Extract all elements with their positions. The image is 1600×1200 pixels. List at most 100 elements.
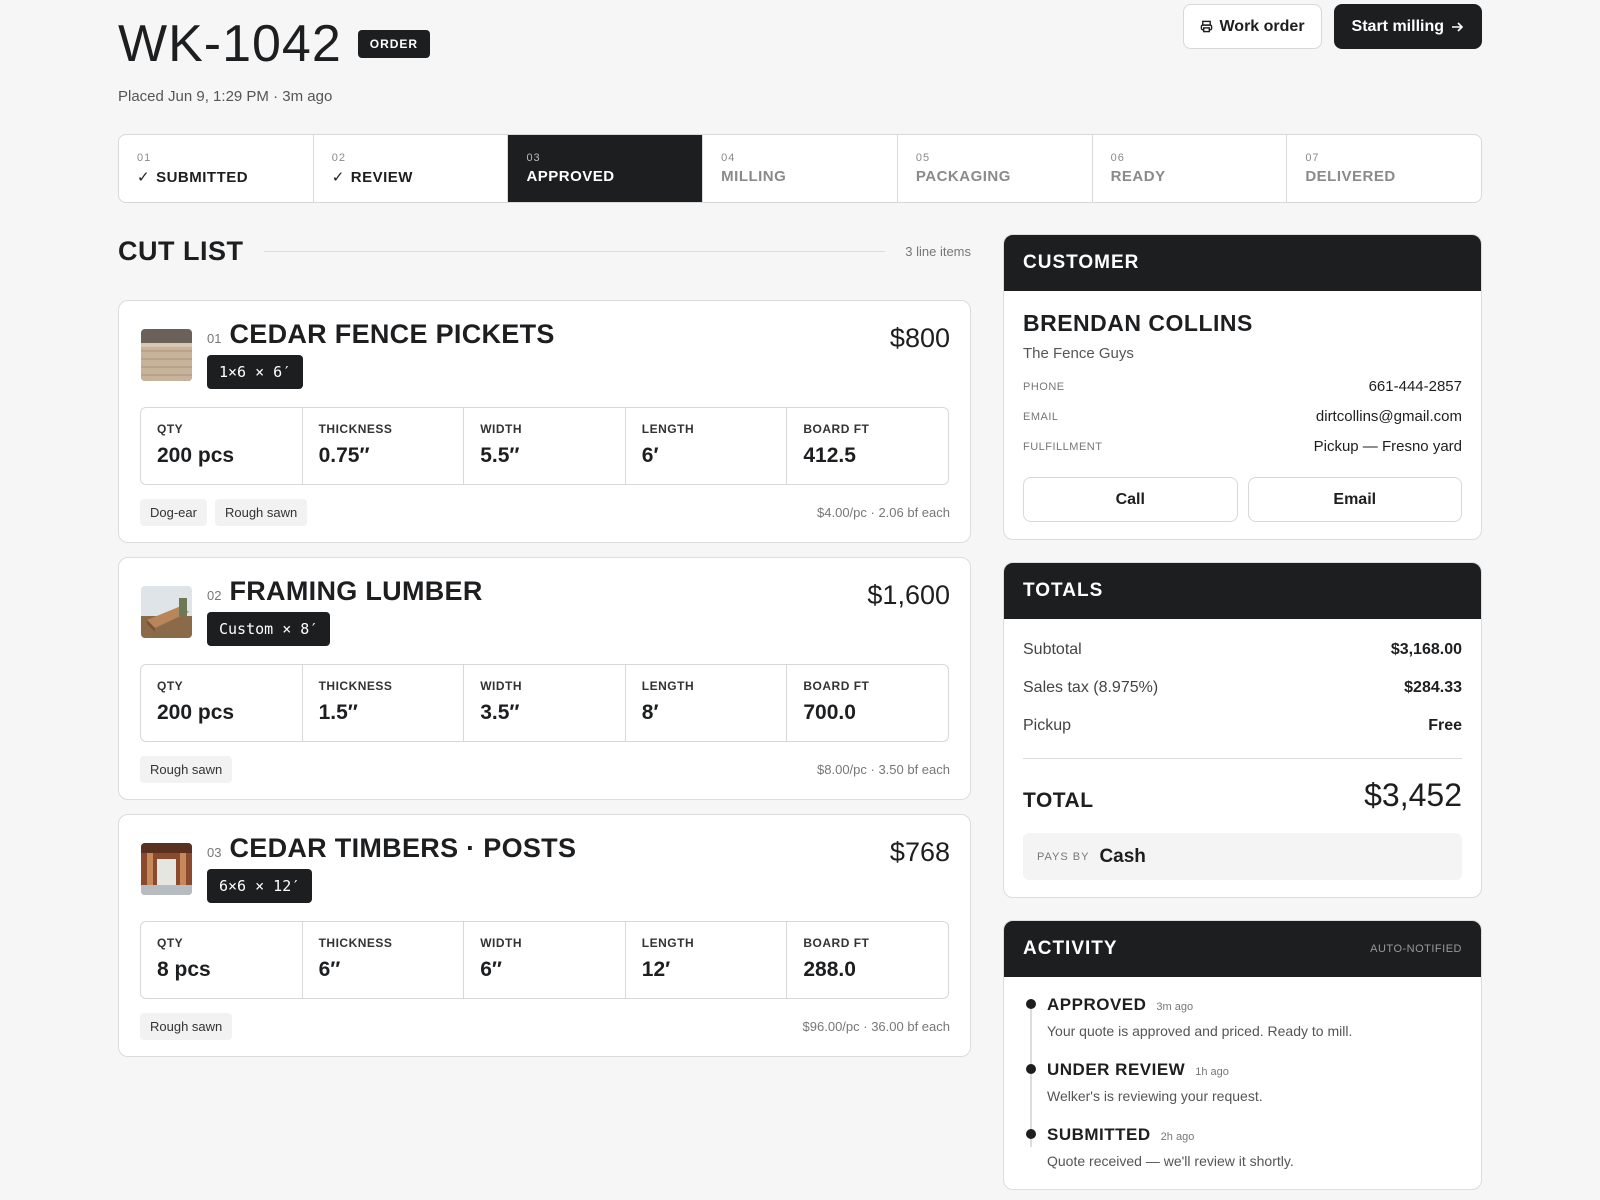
- order-id: WK-1042: [118, 15, 342, 73]
- spec-qty: QTY 200 pcs: [141, 665, 303, 741]
- call-button[interactable]: Call: [1023, 477, 1238, 522]
- dimension-badge: 6×6 × 12′: [207, 869, 313, 903]
- step-number: 01: [137, 152, 152, 164]
- step-label: DELIVERED: [1305, 168, 1396, 185]
- order-header: WK-1042 ORDER Placed Jun 9, 1:29 PM · 3m…: [118, 14, 431, 105]
- step-number: 05: [915, 152, 931, 164]
- spec-value: 1.5″: [318, 701, 358, 724]
- step-number: 02: [331, 152, 346, 164]
- event-description: Quote received — we'll review it shortly…: [1047, 1153, 1294, 1169]
- step-label: REVIEW: [350, 168, 413, 186]
- spec-board-ft: BOARD FT 700.0: [787, 665, 948, 741]
- activity-event: UNDER REVIEW 1h ago Welker's is reviewing…: [1023, 1060, 1462, 1104]
- step-review[interactable]: 02 ✓ REVIEW: [314, 135, 509, 202]
- item-title: 01 CEDAR FENCE PICKETS: [207, 319, 555, 350]
- spec-value: 6′: [641, 444, 659, 467]
- spec-label: THICKNESS: [318, 936, 393, 950]
- event-time: 1h ago: [1195, 1066, 1229, 1078]
- subtotal-label: Subtotal: [1023, 641, 1082, 658]
- arrow-right-icon: [1452, 21, 1464, 32]
- line-item[interactable]: 03 CEDAR TIMBERS · POSTS 6×6 × 12′ $768 …: [118, 814, 971, 1057]
- spec-grid: QTY 200 pcs THICKNESS 1.5″ WIDTH 3.5″ LENGT…: [140, 664, 949, 742]
- timeline-dot: [1026, 1129, 1036, 1139]
- cut-list-title: CUT LIST: [118, 236, 244, 266]
- spec-value: 700.0: [803, 701, 856, 724]
- fulfillment-label: FULFILLMENT: [1023, 440, 1103, 453]
- tax-label: Sales tax (8.975%): [1023, 679, 1159, 696]
- item-number: 02: [207, 588, 222, 603]
- work-order-button[interactable]: Work order: [1183, 4, 1322, 49]
- pickup-label: Pickup: [1023, 717, 1072, 734]
- activity-card: ACTIVITY AUTO-NOTIFIED APPROVED 3m ago Yo…: [1003, 920, 1482, 1190]
- line-item[interactable]: 02 FRAMING LUMBER Custom × 8′ $1,600 QTY…: [118, 557, 971, 800]
- step-number: 06: [1110, 152, 1125, 164]
- customer-name: BRENDAN COLLINS: [1023, 310, 1253, 336]
- item-price: $800: [889, 323, 950, 353]
- spec-label: LENGTH: [641, 422, 695, 436]
- spec-label: LENGTH: [641, 679, 695, 693]
- item-number: 01: [207, 331, 222, 346]
- totals-card: TOTALS Subtotal $3,168.00 Sales tax (8.9…: [1003, 562, 1482, 898]
- spec-label: QTY: [157, 936, 184, 950]
- spec-value: 288.0: [803, 958, 856, 981]
- spec-label: THICKNESS: [318, 679, 393, 693]
- spec-value: 8 pcs: [157, 958, 211, 981]
- activity-event: APPROVED 3m ago Your quote is approved an…: [1023, 995, 1462, 1039]
- event-time: 2h ago: [1160, 1131, 1195, 1143]
- total-label: TOTAL: [1023, 789, 1094, 812]
- email-value[interactable]: dirtcollins@gmail.com: [1316, 408, 1462, 425]
- step-label: SUBMITTED: [156, 168, 249, 186]
- item-tags: Rough sawn: [140, 1013, 233, 1040]
- divider: [263, 251, 886, 252]
- spec-length: LENGTH 6′: [626, 408, 788, 484]
- step-label: MILLING: [721, 168, 787, 185]
- unit-price: $96.00/pc · 36.00 bf each: [802, 1019, 950, 1034]
- line-item[interactable]: 01 CEDAR FENCE PICKETS 1×6 × 6′ $800 QTY…: [118, 300, 971, 543]
- event-time: 3m ago: [1156, 1001, 1194, 1013]
- item-name: CEDAR FENCE PICKETS: [229, 319, 555, 349]
- start-milling-button[interactable]: Start milling: [1333, 4, 1482, 49]
- spec-value: 12′: [641, 958, 671, 981]
- spec-value: 5.5″: [480, 444, 520, 467]
- spec-value: 200 pcs: [157, 444, 235, 467]
- item-name: FRAMING LUMBER: [229, 576, 483, 606]
- item-tags: Rough sawn: [140, 756, 233, 783]
- dimension-badge: Custom × 8′: [207, 612, 331, 646]
- payment-method: PAYS BY Cash: [1023, 833, 1462, 880]
- pays-by-label: PAYS BY: [1037, 850, 1090, 863]
- email-button[interactable]: Email: [1247, 477, 1462, 522]
- item-title: 02 FRAMING LUMBER: [207, 576, 483, 607]
- item-price: $1,600: [867, 580, 950, 610]
- step-milling[interactable]: 04 MILLING: [703, 135, 898, 202]
- step-submitted[interactable]: 01 ✓ SUBMITTED: [119, 135, 314, 202]
- phone-label: PHONE: [1023, 380, 1065, 393]
- spec-label: BOARD FT: [803, 679, 870, 693]
- order-badge: ORDER: [357, 30, 431, 58]
- spec-board-ft: BOARD FT 288.0: [787, 922, 948, 998]
- tag: Rough sawn: [140, 756, 233, 783]
- step-delivered[interactable]: 07 DELIVERED: [1287, 135, 1481, 202]
- step-ready[interactable]: 06 READY: [1093, 135, 1288, 202]
- spec-label: WIDTH: [480, 679, 523, 693]
- step-approved[interactable]: 03 APPROVED: [508, 135, 704, 202]
- email-row: EMAIL dirtcollins@gmail.com: [1023, 408, 1462, 425]
- phone-value[interactable]: 661-444-2857: [1369, 378, 1462, 395]
- total-value: $3,452: [1364, 777, 1462, 813]
- spec-width: WIDTH 3.5″: [464, 665, 626, 741]
- pickup-value: Free: [1428, 717, 1462, 734]
- check-icon: ✓: [331, 169, 345, 186]
- line-item-count: 3 line items: [905, 244, 971, 259]
- step-packaging[interactable]: 05 PACKAGING: [898, 135, 1093, 202]
- spec-value: 412.5: [803, 444, 856, 467]
- spec-thickness: THICKNESS 0.75″: [303, 408, 465, 484]
- step-number: 04: [721, 152, 736, 164]
- phone-row: PHONE 661-444-2857: [1023, 378, 1462, 395]
- dimension-badge: 1×6 × 6′: [207, 355, 304, 389]
- card-title: CUSTOMER: [1023, 252, 1140, 273]
- start-milling-label: Start milling: [1351, 17, 1444, 35]
- item-title: 03 CEDAR TIMBERS · POSTS: [207, 833, 576, 864]
- step-label: PACKAGING: [915, 168, 1011, 185]
- card-title: ACTIVITY: [1023, 938, 1118, 959]
- spec-label: THICKNESS: [318, 422, 393, 436]
- spec-qty: QTY 8 pcs: [141, 922, 303, 998]
